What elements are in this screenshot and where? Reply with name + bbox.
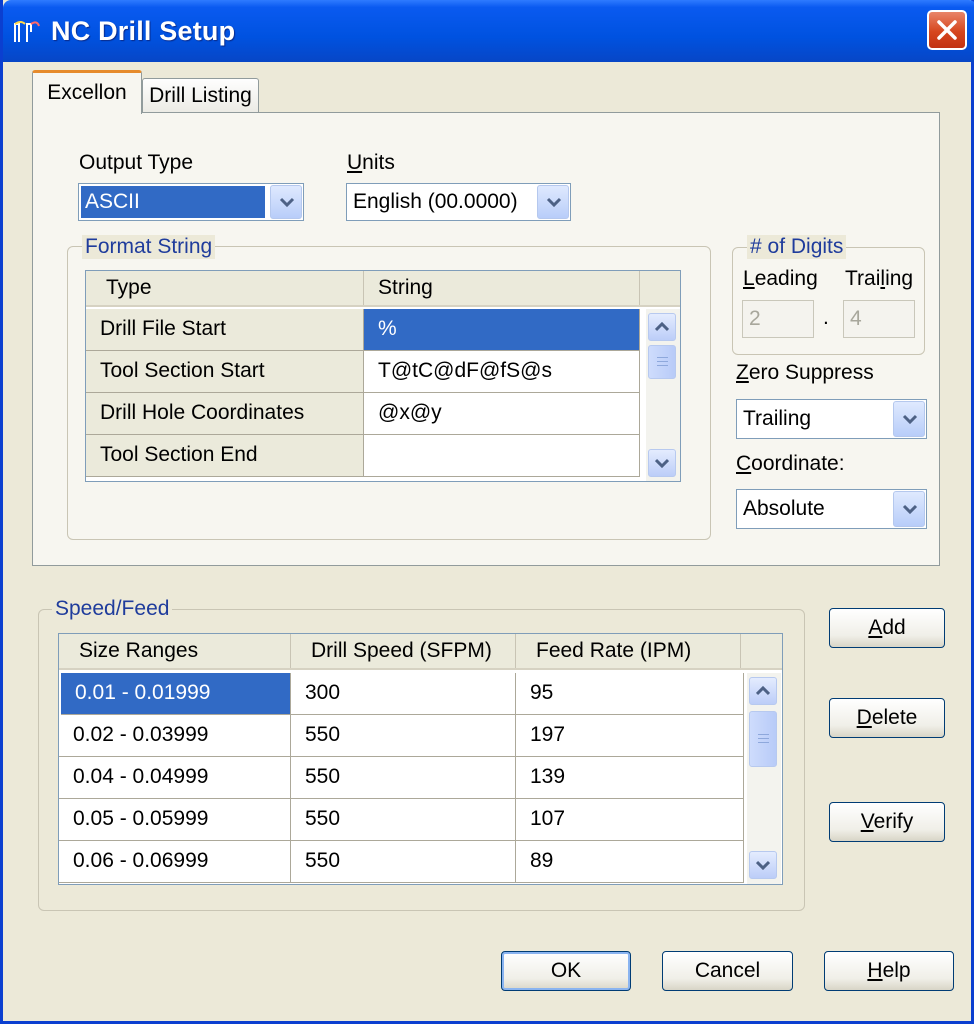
units-label: Units	[347, 151, 395, 174]
format-row-string[interactable]: @x@y	[364, 393, 640, 435]
speed-row-speed[interactable]: 300	[291, 673, 516, 715]
column-header-type[interactable]: Type	[86, 271, 364, 305]
leading-digits-input[interactable]: 2	[742, 300, 814, 338]
close-button[interactable]	[927, 10, 967, 50]
units-dropdown-button[interactable]	[537, 185, 569, 219]
output-type-value: ASCII	[81, 186, 265, 218]
digits-separator: .	[823, 306, 829, 329]
leading-label: Leading	[743, 267, 818, 290]
coordinate-label: Coordinate:	[736, 452, 845, 475]
speed-row-range[interactable]: 0.05 - 0.05999	[59, 799, 291, 841]
column-header-drill-speed[interactable]: Drill Speed (SFPM)	[291, 634, 516, 668]
chevron-down-icon	[279, 197, 295, 208]
cancel-button[interactable]: Cancel	[662, 951, 793, 991]
format-string-label: Format String	[82, 235, 216, 259]
output-type-select[interactable]: ASCII	[78, 183, 304, 221]
chevron-up-icon	[655, 322, 669, 332]
speed-row-range[interactable]: 0.01 - 0.01999	[61, 673, 291, 715]
column-header-string[interactable]: String	[364, 271, 640, 305]
digits-label: # of Digits	[747, 235, 847, 259]
speed-row-feed[interactable]: 95	[516, 673, 744, 715]
delete-button[interactable]: Delete	[829, 698, 945, 738]
speed-row-feed[interactable]: 107	[516, 799, 744, 841]
verify-button[interactable]: Verify	[829, 802, 945, 842]
coordinate-select[interactable]: Absolute	[736, 489, 927, 529]
help-button[interactable]: Help	[824, 951, 954, 991]
coordinate-dropdown-button[interactable]	[893, 491, 925, 527]
zero-suppress-dropdown-button[interactable]	[893, 401, 925, 437]
format-row-type[interactable]: Drill Hole Coordinates	[86, 393, 364, 435]
window-title: NC Drill Setup	[51, 16, 236, 46]
chevron-up-icon	[756, 686, 770, 696]
scroll-thumb[interactable]	[648, 345, 676, 379]
speed-row-range[interactable]: 0.04 - 0.04999	[59, 757, 291, 799]
close-icon	[937, 20, 957, 40]
tab-excellon[interactable]: Excellon	[32, 70, 142, 114]
units-select[interactable]: English (00.0000)	[346, 183, 571, 221]
scroll-down-button[interactable]	[749, 851, 777, 879]
format-row-type[interactable]: Tool Section Start	[86, 351, 364, 393]
chevron-down-icon	[756, 860, 770, 870]
zero-suppress-value: Trailing	[743, 407, 812, 430]
trailing-label: Trailing	[845, 267, 914, 290]
scroll-up-button[interactable]	[648, 313, 676, 341]
format-row-type[interactable]: Tool Section End	[86, 435, 364, 477]
speed-row-range[interactable]: 0.06 - 0.06999	[59, 841, 291, 883]
column-header-feed-rate[interactable]: Feed Rate (IPM)	[516, 634, 741, 668]
output-type-label: Output Type	[79, 151, 194, 174]
trailing-digits-input[interactable]: 4	[843, 300, 915, 338]
units-value: English (00.0000)	[353, 190, 518, 213]
chevron-down-icon	[655, 458, 669, 468]
chevron-down-icon	[546, 197, 562, 208]
speed-grid-scrollbar[interactable]	[747, 673, 781, 884]
app-icon	[14, 21, 40, 42]
format-grid-scrollbar[interactable]	[646, 309, 680, 481]
nc-drill-setup-dialog: NC Drill Setup Excellon Drill Listing Ou…	[0, 0, 974, 1024]
speed-row-feed[interactable]: 197	[516, 715, 744, 757]
speed-feed-header: Size Ranges Drill Speed (SFPM) Feed Rate…	[59, 634, 782, 670]
format-string-header: Type String	[86, 271, 680, 307]
speed-feed-label: Speed/Feed	[52, 597, 173, 621]
chevron-down-icon	[902, 414, 918, 425]
speed-row-speed[interactable]: 550	[291, 841, 516, 883]
format-row-type[interactable]: Drill File Start	[86, 309, 364, 351]
speed-row-feed[interactable]: 139	[516, 757, 744, 799]
coordinate-value: Absolute	[743, 497, 825, 520]
speed-row-speed[interactable]: 550	[291, 715, 516, 757]
speed-row-speed[interactable]: 550	[291, 799, 516, 841]
tab-drill-listing[interactable]: Drill Listing	[142, 78, 259, 112]
title-bar[interactable]: NC Drill Setup	[3, 0, 974, 62]
format-row-string[interactable]: T@tC@dF@fS@s	[364, 351, 640, 393]
add-button[interactable]: Add	[829, 608, 945, 648]
output-type-dropdown-button[interactable]	[270, 185, 302, 219]
ok-button[interactable]: OK	[501, 951, 631, 991]
scroll-down-button[interactable]	[648, 449, 676, 477]
scroll-up-button[interactable]	[749, 677, 777, 705]
format-string-grid[interactable]: Type String Drill File Start % Tool Sect…	[85, 270, 681, 482]
speed-row-range[interactable]: 0.02 - 0.03999	[59, 715, 291, 757]
format-row-string[interactable]	[364, 435, 640, 477]
zero-suppress-select[interactable]: Trailing	[736, 399, 927, 439]
speed-row-feed[interactable]: 89	[516, 841, 744, 883]
zero-suppress-label: Zero Suppress	[736, 361, 874, 384]
column-header-size-ranges[interactable]: Size Ranges	[59, 634, 291, 668]
scroll-thumb[interactable]	[749, 711, 777, 767]
speed-feed-grid[interactable]: Size Ranges Drill Speed (SFPM) Feed Rate…	[58, 633, 783, 885]
format-row-string[interactable]: %	[364, 309, 640, 351]
speed-row-speed[interactable]: 550	[291, 757, 516, 799]
chevron-down-icon	[902, 504, 918, 515]
